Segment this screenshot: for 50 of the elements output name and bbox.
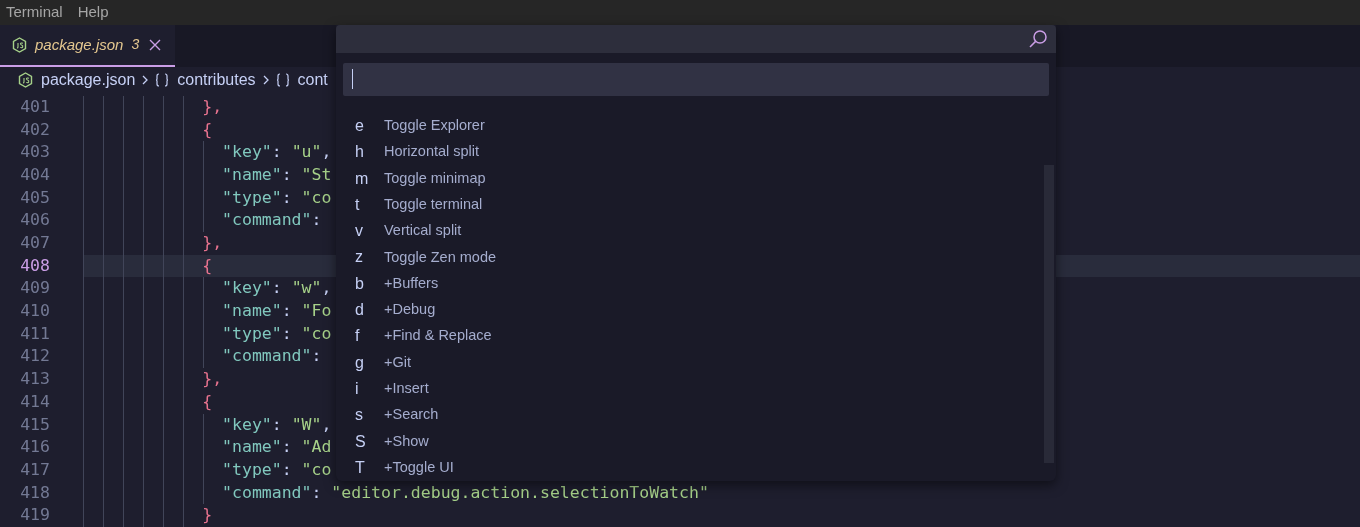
quick-pick-item[interactable]: T +Toggle UI bbox=[336, 454, 1056, 481]
js-icon bbox=[12, 36, 27, 53]
line-number: 401 bbox=[19, 95, 50, 118]
quick-pick-item[interactable]: t Toggle terminal bbox=[336, 191, 1056, 219]
editor-tab[interactable]: package.json 3 bbox=[0, 25, 175, 67]
line-number: 403 bbox=[19, 141, 50, 164]
line-number: 406 bbox=[19, 209, 50, 232]
code-line: "command": "editor.debug.action.selectionToWatch" bbox=[83, 481, 1360, 505]
line-number: 411 bbox=[19, 322, 50, 345]
command-input[interactable] bbox=[343, 63, 1049, 96]
breadcrumb-item[interactable]: cont bbox=[297, 68, 328, 93]
js-icon bbox=[18, 72, 33, 89]
menu-item[interactable]: Help bbox=[71, 1, 115, 24]
quick-pick-item[interactable]: v Vertical split bbox=[336, 218, 1056, 245]
quick-pick-item[interactable]: s +Search bbox=[336, 402, 1056, 429]
line-number: 417 bbox=[19, 458, 50, 481]
breadcrumb-item[interactable]: contributes bbox=[177, 68, 256, 93]
code-line: } bbox=[83, 504, 1360, 527]
line-number: 419 bbox=[19, 504, 50, 527]
tab-title: package.json bbox=[35, 34, 124, 55]
quick-pick-item[interactable]: d +Debug bbox=[336, 296, 1056, 324]
quick-pick-item[interactable]: i +Insert bbox=[336, 375, 1056, 403]
line-number: 413 bbox=[19, 368, 50, 391]
quick-pick-item[interactable]: e Toggle Explorer bbox=[336, 112, 1056, 140]
chevron-right-icon bbox=[261, 74, 270, 87]
close-icon[interactable] bbox=[149, 38, 162, 51]
quick-pick-item[interactable]: f +Find & Replace bbox=[336, 323, 1056, 350]
line-number: 414 bbox=[19, 390, 50, 413]
breadcrumb-item[interactable]: package.json bbox=[41, 68, 136, 93]
line-number: 407 bbox=[19, 232, 50, 255]
line-number: 416 bbox=[19, 436, 50, 459]
quick-pick-item[interactable]: m Toggle minimap bbox=[336, 165, 1056, 192]
menu-item[interactable]: Terminal bbox=[0, 1, 69, 24]
quick-pick-item[interactable]: h Horizontal split bbox=[336, 139, 1056, 166]
line-number: 405 bbox=[19, 186, 50, 209]
braces-icon bbox=[155, 72, 170, 89]
chevron-right-icon bbox=[141, 74, 150, 87]
line-number: 412 bbox=[19, 345, 50, 368]
line-number: 408 bbox=[19, 254, 50, 277]
quick-pick-item[interactable]: S +Show bbox=[336, 428, 1056, 455]
line-number: 418 bbox=[19, 481, 50, 504]
braces-icon bbox=[275, 72, 290, 89]
line-number: 409 bbox=[19, 277, 50, 300]
line-number: 410 bbox=[19, 300, 50, 323]
line-number: 402 bbox=[19, 118, 50, 141]
search-icon[interactable] bbox=[1028, 29, 1048, 49]
problem-count: 3 bbox=[131, 35, 140, 55]
quick-pick-item[interactable]: g +Git bbox=[336, 349, 1056, 376]
line-number: 415 bbox=[19, 413, 50, 436]
line-number: 404 bbox=[19, 163, 50, 186]
